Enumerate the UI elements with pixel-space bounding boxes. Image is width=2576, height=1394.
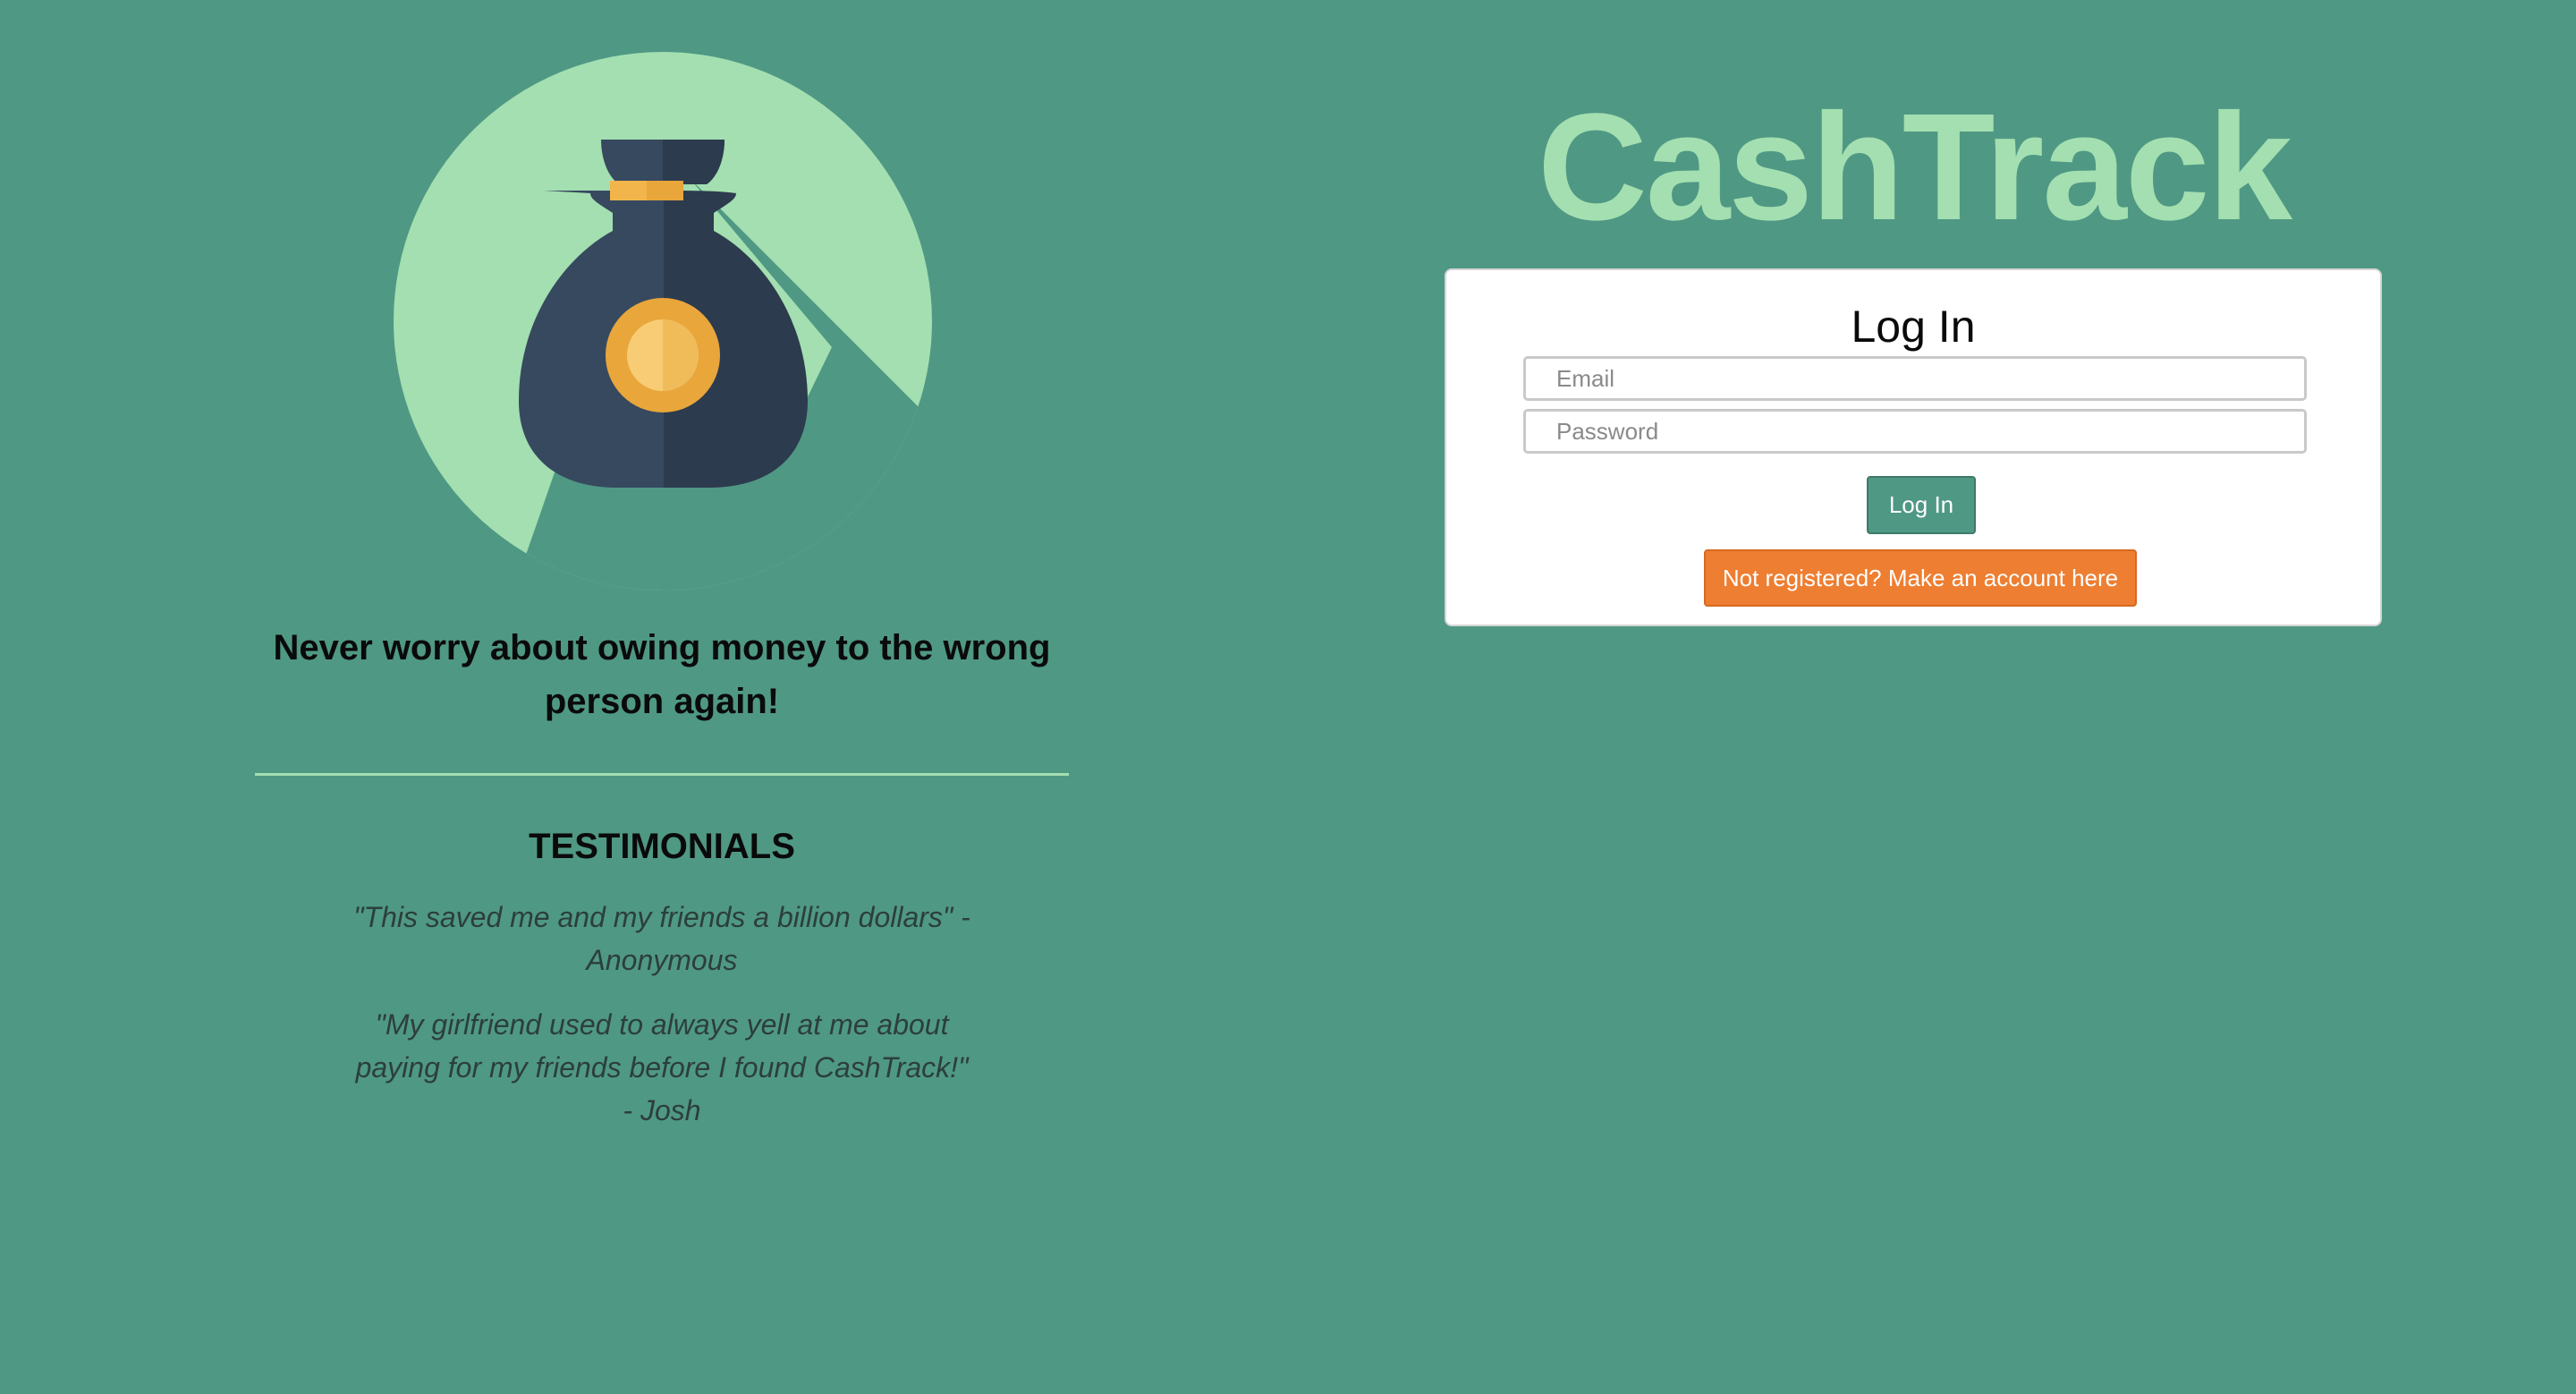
login-button[interactable]: Log In	[1867, 476, 1976, 534]
login-heading: Log In	[1851, 302, 1976, 352]
section-divider	[255, 773, 1069, 776]
login-page: Never worry about owing money to the wro…	[0, 0, 2576, 1394]
testimonial-quote: "This saved me and my friends a billion …	[353, 901, 970, 976]
money-bag-coin-icon	[394, 52, 932, 591]
email-field[interactable]	[1523, 356, 2307, 401]
testimonials-heading: TESTIMONIALS	[529, 827, 795, 866]
password-field[interactable]	[1523, 409, 2307, 454]
testimonial-quote: "My girlfriend used to always yell at me…	[355, 1008, 969, 1126]
register-button[interactable]: Not registered? Make an account here	[1704, 549, 2137, 607]
tagline: Never worry about owing money to the wro…	[273, 628, 1051, 721]
brand-title: CashTrack	[1538, 82, 2292, 252]
login-card: Log In Log In Not registered? Make an ac…	[1445, 268, 2382, 626]
